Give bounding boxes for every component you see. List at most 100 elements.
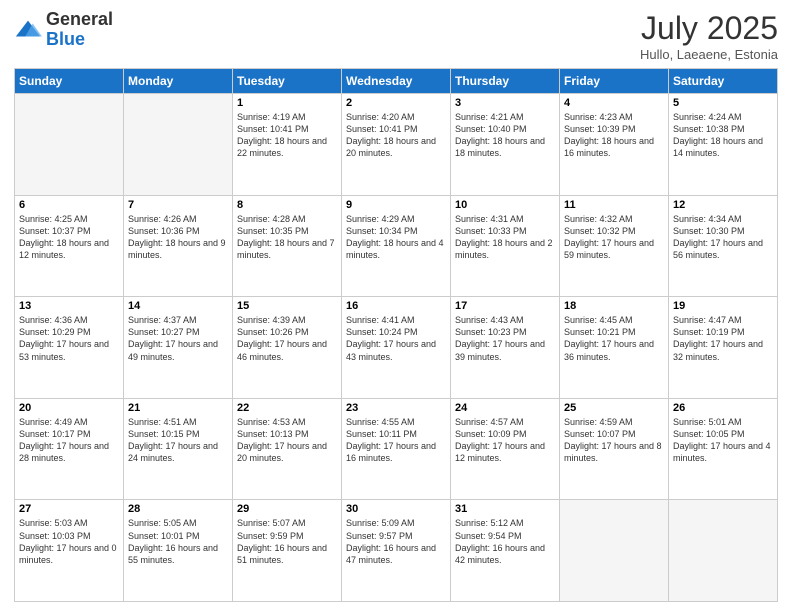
day-number: 19 bbox=[673, 300, 773, 312]
calendar-table: SundayMondayTuesdayWednesdayThursdayFrid… bbox=[14, 68, 778, 602]
title-block: July 2025 Hullo, Laeaene, Estonia bbox=[640, 10, 778, 62]
day-info: Sunrise: 4:57 AM Sunset: 10:09 PM Daylig… bbox=[455, 416, 555, 465]
day-number: 13 bbox=[19, 300, 119, 312]
calendar-cell: 2 Sunrise: 4:20 AM Sunset: 10:41 PM Dayli… bbox=[342, 94, 451, 196]
day-info: Sunrise: 4:34 AM Sunset: 10:30 PM Daylig… bbox=[673, 213, 773, 262]
calendar-cell: 30Sunrise: 5:09 AM Sunset: 9:57 PM Dayli… bbox=[342, 500, 451, 602]
day-number: 27 bbox=[19, 503, 119, 515]
day-number: 18 bbox=[564, 300, 664, 312]
calendar-cell: 1 Sunrise: 4:19 AM Sunset: 10:41 PM Dayli… bbox=[233, 94, 342, 196]
day-info: Sunrise: 4:43 AM Sunset: 10:23 PM Daylig… bbox=[455, 314, 555, 363]
day-info: Sunrise: 4:29 AM Sunset: 10:34 PM Daylig… bbox=[346, 213, 446, 262]
day-number: 4 bbox=[564, 97, 664, 109]
day-number: 25 bbox=[564, 402, 664, 414]
calendar-cell: 17 Sunrise: 4:43 AM Sunset: 10:23 PM Dayl… bbox=[451, 297, 560, 399]
day-of-week-header: Thursday bbox=[451, 69, 560, 94]
day-number: 20 bbox=[19, 402, 119, 414]
day-number: 29 bbox=[237, 503, 337, 515]
calendar-cell: 22 Sunrise: 4:53 AM Sunset: 10:13 PM Dayl… bbox=[233, 398, 342, 500]
day-info: Sunrise: 5:01 AM Sunset: 10:05 PM Daylig… bbox=[673, 416, 773, 465]
day-info: Sunrise: 4:21 AM Sunset: 10:40 PM Daylig… bbox=[455, 111, 555, 160]
calendar-header: SundayMondayTuesdayWednesdayThursdayFrid… bbox=[15, 69, 778, 94]
day-info: Sunrise: 4:32 AM Sunset: 10:32 PM Daylig… bbox=[564, 213, 664, 262]
day-info: Sunrise: 4:24 AM Sunset: 10:38 PM Daylig… bbox=[673, 111, 773, 160]
day-number: 1 bbox=[237, 97, 337, 109]
day-number: 12 bbox=[673, 199, 773, 211]
day-number: 23 bbox=[346, 402, 446, 414]
day-number: 21 bbox=[128, 402, 228, 414]
day-of-week-header: Friday bbox=[560, 69, 669, 94]
day-number: 7 bbox=[128, 199, 228, 211]
calendar-cell bbox=[560, 500, 669, 602]
logo-text: General Blue bbox=[46, 10, 113, 50]
day-number: 22 bbox=[237, 402, 337, 414]
day-number: 5 bbox=[673, 97, 773, 109]
day-number: 3 bbox=[455, 97, 555, 109]
day-number: 6 bbox=[19, 199, 119, 211]
calendar-cell: 12 Sunrise: 4:34 AM Sunset: 10:30 PM Dayl… bbox=[669, 195, 778, 297]
day-of-week-header: Monday bbox=[124, 69, 233, 94]
calendar-cell: 19 Sunrise: 4:47 AM Sunset: 10:19 PM Dayl… bbox=[669, 297, 778, 399]
day-number: 2 bbox=[346, 97, 446, 109]
day-info: Sunrise: 4:19 AM Sunset: 10:41 PM Daylig… bbox=[237, 111, 337, 160]
calendar-cell: 9 Sunrise: 4:29 AM Sunset: 10:34 PM Dayli… bbox=[342, 195, 451, 297]
day-info: Sunrise: 4:20 AM Sunset: 10:41 PM Daylig… bbox=[346, 111, 446, 160]
day-info: Sunrise: 4:37 AM Sunset: 10:27 PM Daylig… bbox=[128, 314, 228, 363]
logo-general-text: General bbox=[46, 9, 113, 29]
day-number: 31 bbox=[455, 503, 555, 515]
day-info: Sunrise: 4:28 AM Sunset: 10:35 PM Daylig… bbox=[237, 213, 337, 262]
calendar-cell: 3 Sunrise: 4:21 AM Sunset: 10:40 PM Dayli… bbox=[451, 94, 560, 196]
day-info: Sunrise: 5:09 AM Sunset: 9:57 PM Dayligh… bbox=[346, 517, 446, 566]
day-info: Sunrise: 4:51 AM Sunset: 10:15 PM Daylig… bbox=[128, 416, 228, 465]
calendar-cell: 7 Sunrise: 4:26 AM Sunset: 10:36 PM Dayli… bbox=[124, 195, 233, 297]
day-number: 17 bbox=[455, 300, 555, 312]
calendar-cell: 8 Sunrise: 4:28 AM Sunset: 10:35 PM Dayli… bbox=[233, 195, 342, 297]
logo-icon bbox=[14, 16, 42, 44]
calendar-cell: 11 Sunrise: 4:32 AM Sunset: 10:32 PM Dayl… bbox=[560, 195, 669, 297]
day-of-week-header: Sunday bbox=[15, 69, 124, 94]
day-info: Sunrise: 4:47 AM Sunset: 10:19 PM Daylig… bbox=[673, 314, 773, 363]
day-info: Sunrise: 4:41 AM Sunset: 10:24 PM Daylig… bbox=[346, 314, 446, 363]
calendar-cell: 21 Sunrise: 4:51 AM Sunset: 10:15 PM Dayl… bbox=[124, 398, 233, 500]
calendar-cell: 4 Sunrise: 4:23 AM Sunset: 10:39 PM Dayli… bbox=[560, 94, 669, 196]
calendar-cell bbox=[15, 94, 124, 196]
day-info: Sunrise: 4:36 AM Sunset: 10:29 PM Daylig… bbox=[19, 314, 119, 363]
location-subtitle: Hullo, Laeaene, Estonia bbox=[640, 47, 778, 62]
calendar-cell: 28Sunrise: 5:05 AM Sunset: 10:01 PM Dayl… bbox=[124, 500, 233, 602]
calendar-cell: 16 Sunrise: 4:41 AM Sunset: 10:24 PM Dayl… bbox=[342, 297, 451, 399]
logo: General Blue bbox=[14, 10, 113, 50]
calendar-week-row: 6Sunrise: 4:25 AM Sunset: 10:37 PM Dayli… bbox=[15, 195, 778, 297]
header: General Blue July 2025 Hullo, Laeaene, E… bbox=[14, 10, 778, 62]
calendar-cell: 6Sunrise: 4:25 AM Sunset: 10:37 PM Dayli… bbox=[15, 195, 124, 297]
day-number: 28 bbox=[128, 503, 228, 515]
day-of-week-header: Wednesday bbox=[342, 69, 451, 94]
month-title: July 2025 bbox=[640, 10, 778, 47]
day-info: Sunrise: 4:39 AM Sunset: 10:26 PM Daylig… bbox=[237, 314, 337, 363]
day-info: Sunrise: 4:26 AM Sunset: 10:36 PM Daylig… bbox=[128, 213, 228, 262]
day-of-week-header: Tuesday bbox=[233, 69, 342, 94]
calendar-cell: 13 Sunrise: 4:36 AM Sunset: 10:29 PM Dayl… bbox=[15, 297, 124, 399]
day-of-week-header: Saturday bbox=[669, 69, 778, 94]
day-info: Sunrise: 5:03 AM Sunset: 10:03 PM Daylig… bbox=[19, 517, 119, 566]
calendar-cell: 24Sunrise: 4:57 AM Sunset: 10:09 PM Dayl… bbox=[451, 398, 560, 500]
day-number: 10 bbox=[455, 199, 555, 211]
day-number: 8 bbox=[237, 199, 337, 211]
calendar-cell: 10 Sunrise: 4:31 AM Sunset: 10:33 PM Dayl… bbox=[451, 195, 560, 297]
day-info: Sunrise: 5:12 AM Sunset: 9:54 PM Dayligh… bbox=[455, 517, 555, 566]
calendar-week-row: 13 Sunrise: 4:36 AM Sunset: 10:29 PM Dayl… bbox=[15, 297, 778, 399]
page: General Blue July 2025 Hullo, Laeaene, E… bbox=[0, 0, 792, 612]
calendar-cell: 29Sunrise: 5:07 AM Sunset: 9:59 PM Dayli… bbox=[233, 500, 342, 602]
day-number: 16 bbox=[346, 300, 446, 312]
day-number: 9 bbox=[346, 199, 446, 211]
day-number: 11 bbox=[564, 199, 664, 211]
day-info: Sunrise: 4:53 AM Sunset: 10:13 PM Daylig… bbox=[237, 416, 337, 465]
day-number: 26 bbox=[673, 402, 773, 414]
logo-blue-text: Blue bbox=[46, 29, 85, 49]
calendar-cell: 27 Sunrise: 5:03 AM Sunset: 10:03 PM Dayl… bbox=[15, 500, 124, 602]
calendar-week-row: 1 Sunrise: 4:19 AM Sunset: 10:41 PM Dayli… bbox=[15, 94, 778, 196]
day-info: Sunrise: 4:23 AM Sunset: 10:39 PM Daylig… bbox=[564, 111, 664, 160]
day-info: Sunrise: 4:31 AM Sunset: 10:33 PM Daylig… bbox=[455, 213, 555, 262]
calendar-week-row: 27 Sunrise: 5:03 AM Sunset: 10:03 PM Dayl… bbox=[15, 500, 778, 602]
calendar-cell: 23Sunrise: 4:55 AM Sunset: 10:11 PM Dayl… bbox=[342, 398, 451, 500]
calendar-cell: 25Sunrise: 4:59 AM Sunset: 10:07 PM Dayl… bbox=[560, 398, 669, 500]
